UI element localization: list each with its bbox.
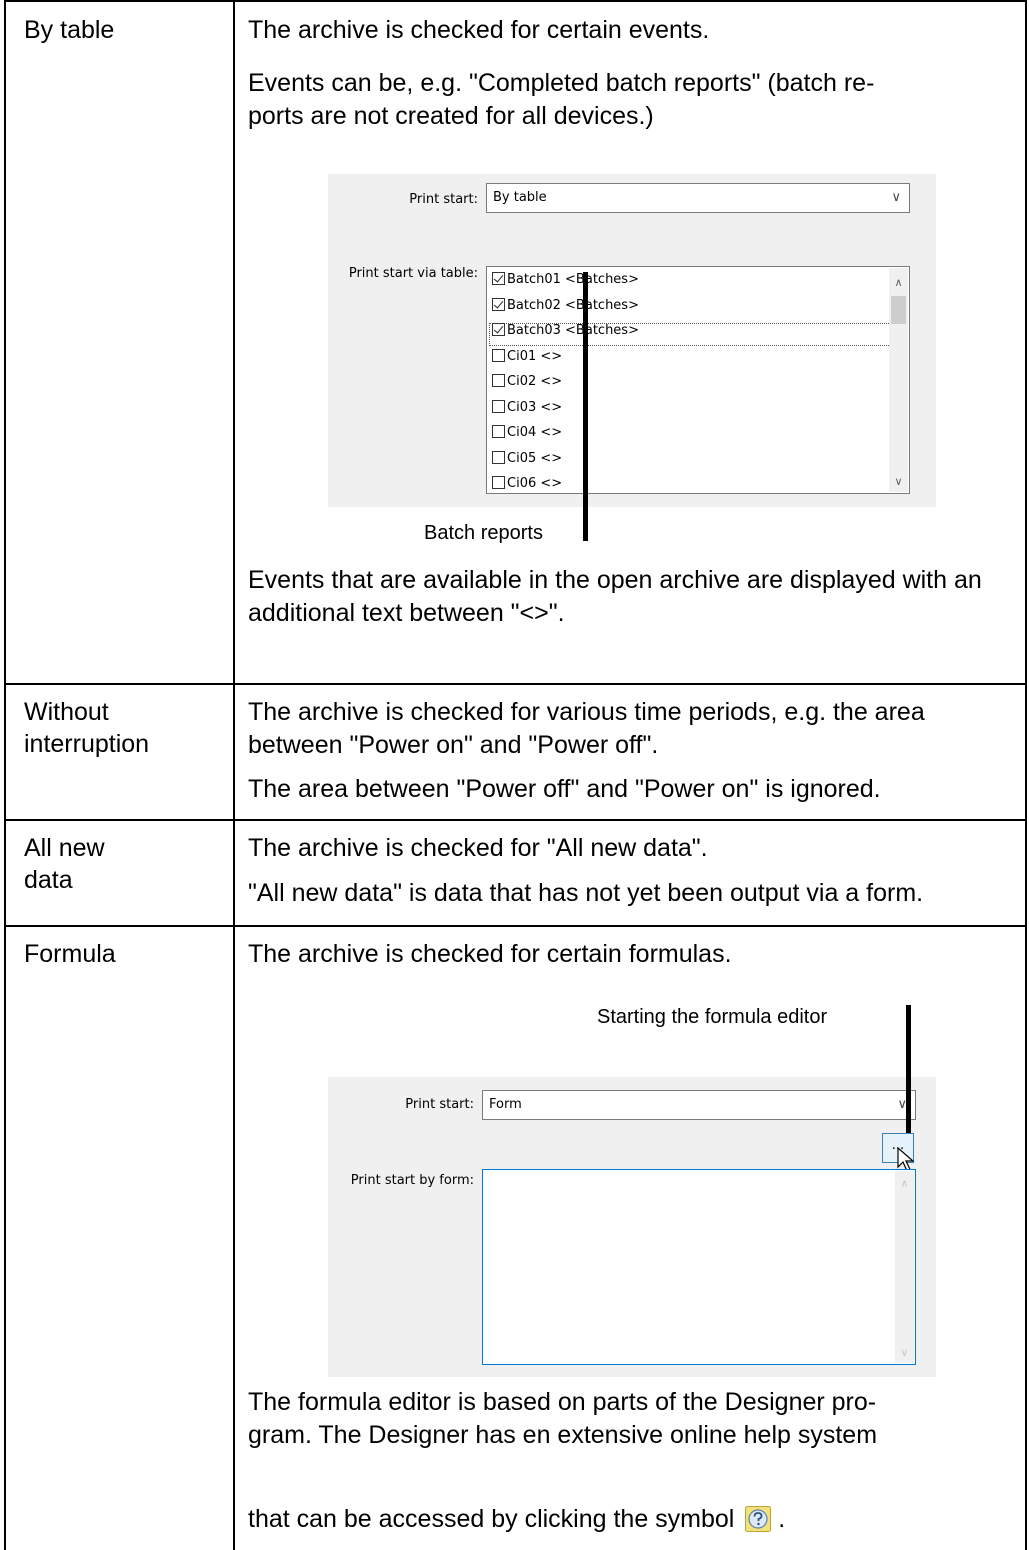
row-label: By table — [24, 16, 115, 44]
scroll-down-arrow[interactable]: ∨ — [895, 1346, 914, 1359]
list-item-label: Ci05 <> — [507, 450, 563, 466]
list-scrollbar[interactable]: ∧ ∨ — [889, 268, 908, 492]
list-item[interactable]: Ci03 <> — [492, 397, 562, 419]
list-item[interactable]: Ci05 <> — [492, 448, 562, 470]
list-item[interactable]: Ci06 <> — [492, 473, 563, 493]
checkbox[interactable] — [492, 399, 505, 413]
list-item-label: Ci01 <> — [507, 348, 563, 364]
list-item-label: Batch03 <Batches> — [507, 323, 639, 338]
print-start-label: Print start: — [409, 192, 478, 207]
list-item-label: Ci03 <> — [507, 399, 563, 415]
paragraph: "All new data" is data that has not yet … — [248, 879, 924, 907]
checkbox[interactable] — [492, 348, 505, 362]
scroll-thumb[interactable] — [891, 296, 906, 324]
paragraph: Events that are available in the open ar… — [248, 566, 982, 627]
row-divider — [4, 683, 1025, 685]
paragraph-help-line: that can be accessed by clicking the sym… — [248, 1503, 1018, 1536]
paragraph: Events can be, e.g. "Completed batch rep… — [248, 69, 875, 130]
print-start-value: Form — [489, 1097, 522, 1112]
checkbox[interactable] — [492, 425, 505, 438]
list-item-label: Ci06 <> — [507, 476, 563, 491]
row-label: Formula — [24, 940, 116, 968]
paragraph: The area between "Power off" and "Power … — [248, 775, 881, 803]
table-border-right — [1025, 0, 1027, 1550]
checkbox[interactable] — [492, 272, 505, 285]
row-divider — [4, 925, 1025, 927]
print-start-select[interactable]: Form ∨ — [482, 1090, 916, 1120]
row-divider — [4, 819, 1025, 821]
callout-batch-reports: Batch reports — [424, 522, 543, 544]
scroll-down-arrow[interactable]: ∨ — [889, 475, 908, 488]
list-item[interactable]: Ci02 <> — [492, 371, 562, 393]
list-item-label: Batch01 <Batches> — [507, 272, 639, 287]
checkbox[interactable] — [492, 450, 505, 464]
help-question-icon[interactable] — [745, 1506, 772, 1532]
list-item-label: Batch02 <Batches> — [507, 297, 639, 313]
row-label: Without interruption — [24, 698, 150, 758]
paragraph: The archive is checked for certain event… — [248, 16, 710, 44]
paragraph: The archive is checked for certain formu… — [248, 940, 732, 968]
list-item-label: Ci04 <> — [507, 425, 563, 440]
checkbox[interactable] — [492, 476, 505, 489]
list-item-label: Ci02 <> — [507, 374, 563, 389]
list-item[interactable]: Batch02 <Batches> — [492, 295, 639, 317]
table-column-divider — [233, 0, 235, 1550]
checkbox[interactable] — [492, 374, 505, 387]
callout-formula-editor: Starting the formula editor — [597, 1006, 828, 1028]
scroll-up-arrow[interactable]: ∧ — [889, 276, 908, 289]
via-table-label: Print start via table: — [348, 266, 478, 281]
paragraph: The archive is checked for various time … — [248, 698, 925, 759]
list-item[interactable]: Batch01 <Batches> — [492, 269, 639, 291]
table-border-left — [4, 0, 6, 1550]
by-form-label: Print start by form: — [350, 1173, 474, 1188]
scroll-up-arrow[interactable]: ∧ — [895, 1177, 914, 1190]
print-start-select[interactable]: By table ∨ — [486, 183, 910, 213]
paragraph: The formula editor is based on parts of … — [248, 1388, 878, 1449]
event-list[interactable]: Batch01 <Batches> Batch02 <Batches> Batch0… — [486, 266, 910, 494]
checkbox[interactable] — [492, 323, 505, 336]
list-item[interactable]: Batch03 <Batches> — [492, 320, 639, 342]
formula-textarea[interactable]: ∧ ∨ — [482, 1169, 916, 1365]
table-border-top — [4, 0, 1025, 2]
list-item[interactable]: Ci04 <> — [492, 422, 562, 444]
paragraph-text: . — [778, 1505, 786, 1533]
checkbox[interactable] — [492, 297, 505, 311]
chevron-down-icon: ∨ — [891, 190, 901, 205]
screenshot-print-by-table: Print start: By table ∨ Print start via … — [328, 174, 936, 507]
print-start-label: Print start: — [405, 1097, 474, 1112]
print-start-value: By table — [493, 190, 547, 205]
row-label: All new data — [24, 834, 105, 894]
callout-line — [583, 272, 588, 541]
textarea-scrollbar[interactable]: ∧ ∨ — [895, 1171, 914, 1363]
screenshot-print-by-form: Print start: Form ∨ ... Print start by f… — [328, 1077, 936, 1377]
callout-line — [906, 1005, 911, 1133]
paragraph-text: that can be accessed by clicking the sym… — [248, 1505, 735, 1533]
list-item[interactable]: Ci01 <> — [492, 346, 562, 368]
